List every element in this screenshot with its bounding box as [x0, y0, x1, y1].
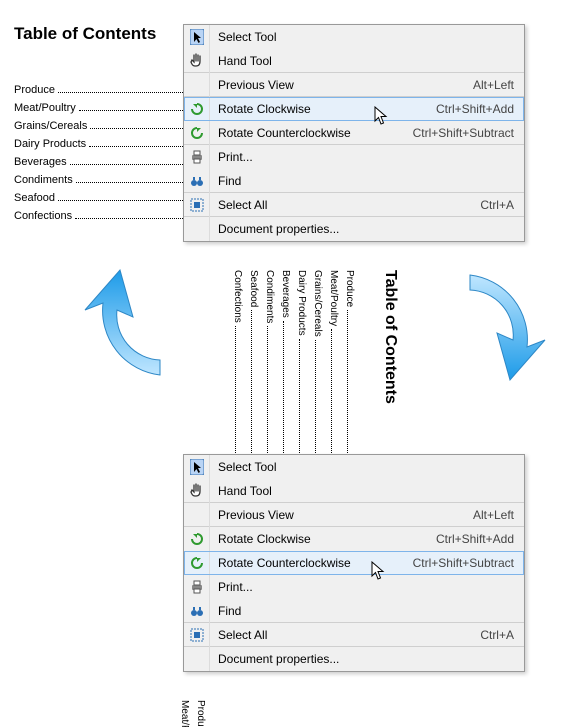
toc-label: Beverages	[280, 270, 291, 318]
cursor-icon	[184, 455, 210, 479]
menu-item-select-tool[interactable]: Select Tool	[184, 455, 524, 479]
menu-item-select-all[interactable]: Select All Ctrl+A	[184, 623, 524, 647]
menu-item-label: Hand Tool	[210, 484, 524, 498]
menu-item-label: Select All	[210, 628, 480, 642]
menu-item-label: Select Tool	[210, 30, 524, 44]
menu-item-label: Hand Tool	[210, 54, 524, 68]
menu-item-label: Previous View	[210, 78, 473, 92]
rotate-cw-icon	[184, 97, 210, 121]
select-all-icon	[184, 623, 210, 647]
context-menu-bottom: Select Tool Hand Tool Previous View Alt+…	[183, 454, 525, 672]
toc-label: Condiments	[14, 174, 73, 186]
blank-icon	[184, 217, 210, 241]
menu-item-shortcut: Alt+Left	[473, 508, 524, 522]
toc-label: Grains/Cereals	[312, 270, 323, 337]
menu-item-label: Document properties...	[210, 652, 524, 666]
menu-item-rotate-clockwise[interactable]: Rotate Clockwise Ctrl+Shift+Add	[184, 527, 524, 551]
menu-item-label: Print...	[210, 580, 524, 594]
blank-icon	[184, 503, 210, 527]
blank-icon	[184, 73, 210, 97]
binoculars-icon	[184, 599, 210, 623]
menu-item-label: Rotate Counterclockwise	[210, 126, 413, 140]
toc-label: Condiments	[264, 270, 275, 323]
select-all-icon	[184, 193, 210, 217]
menu-item-shortcut: Ctrl+Shift+Add	[436, 532, 524, 546]
toc-line: Produce2	[195, 700, 206, 727]
toc-label: Produce	[344, 270, 355, 307]
arrow-counterclockwise-illustration	[75, 265, 175, 385]
menu-item-previous-view[interactable]: Previous View Alt+Left	[184, 73, 524, 97]
toc-label: Meat/Poultry	[179, 700, 190, 727]
toc-label: Seafood	[248, 270, 259, 307]
menu-item-label: Print...	[210, 150, 524, 164]
toc-label: Seafood	[14, 192, 55, 204]
blank-icon	[184, 647, 210, 671]
menu-item-rotate-counterclockwise[interactable]: Rotate Counterclockwise Ctrl+Shift+Subtr…	[184, 121, 524, 145]
menu-item-label: Document properties...	[210, 222, 524, 236]
toc-line: Meat/Poultry3	[179, 700, 190, 727]
toc-label: Produce	[195, 700, 206, 727]
menu-item-label: Find	[210, 604, 524, 618]
menu-item-label: Rotate Clockwise	[210, 102, 436, 116]
menu-item-shortcut: Ctrl+Shift+Add	[436, 102, 524, 116]
menu-item-rotate-clockwise[interactable]: Rotate Clockwise Ctrl+Shift+Add	[184, 97, 524, 121]
toc-label: Dairy Products	[296, 270, 307, 336]
document-bottom-peek: Produce2Meat/Poultry3Grains/Cereals4Dair…	[179, 700, 449, 727]
toc-label: Confections	[14, 210, 72, 222]
printer-icon	[184, 145, 210, 169]
menu-item-shortcut: Ctrl+A	[480, 198, 524, 212]
menu-item-label: Select All	[210, 198, 480, 212]
menu-item-hand-tool[interactable]: Hand Tool	[184, 49, 524, 73]
toc-label: Meat/Poultry	[328, 270, 339, 326]
menu-item-rotate-counterclockwise[interactable]: Rotate Counterclockwise Ctrl+Shift+Subtr…	[184, 551, 524, 575]
hand-icon	[184, 479, 210, 503]
rotate-cw-icon	[184, 527, 210, 551]
menu-item-shortcut: Ctrl+Shift+Subtract	[413, 556, 524, 570]
menu-item-label: Find	[210, 174, 524, 188]
menu-item-previous-view[interactable]: Previous View Alt+Left	[184, 503, 524, 527]
menu-item-shortcut: Ctrl+Shift+Subtract	[413, 126, 524, 140]
hand-icon	[184, 49, 210, 73]
toc-label: Dairy Products	[14, 138, 86, 150]
toc-label: Meat/Poultry	[14, 102, 76, 114]
menu-item-find[interactable]: Find	[184, 169, 524, 193]
menu-item-find[interactable]: Find	[184, 599, 524, 623]
menu-item-shortcut: Alt+Left	[473, 78, 524, 92]
printer-icon	[184, 575, 210, 599]
rotate-ccw-icon	[184, 551, 210, 575]
menu-item-shortcut: Ctrl+A	[480, 628, 524, 642]
menu-item-select-tool[interactable]: Select Tool	[184, 25, 524, 49]
toc-label: Grains/Cereals	[14, 120, 87, 132]
context-menu-top: Select Tool Hand Tool Previous View Alt+…	[183, 24, 525, 242]
menu-item-print[interactable]: Print...	[184, 575, 524, 599]
rotate-ccw-icon	[184, 121, 210, 145]
menu-item-hand-tool[interactable]: Hand Tool	[184, 479, 524, 503]
toc-label: Produce	[14, 84, 55, 96]
cursor-icon	[184, 25, 210, 49]
menu-item-print[interactable]: Print...	[184, 145, 524, 169]
menu-item-label: Rotate Clockwise	[210, 532, 436, 546]
toc-label: Beverages	[14, 156, 67, 168]
binoculars-icon	[184, 169, 210, 193]
menu-item-document-properties[interactable]: Document properties...	[184, 217, 524, 241]
toc-label: Confections	[232, 270, 243, 323]
menu-item-label: Select Tool	[210, 460, 524, 474]
arrow-clockwise-illustration	[455, 265, 555, 385]
menu-item-select-all[interactable]: Select All Ctrl+A	[184, 193, 524, 217]
menu-item-label: Previous View	[210, 508, 473, 522]
menu-item-label: Rotate Counterclockwise	[210, 556, 413, 570]
menu-item-document-properties[interactable]: Document properties...	[184, 647, 524, 671]
